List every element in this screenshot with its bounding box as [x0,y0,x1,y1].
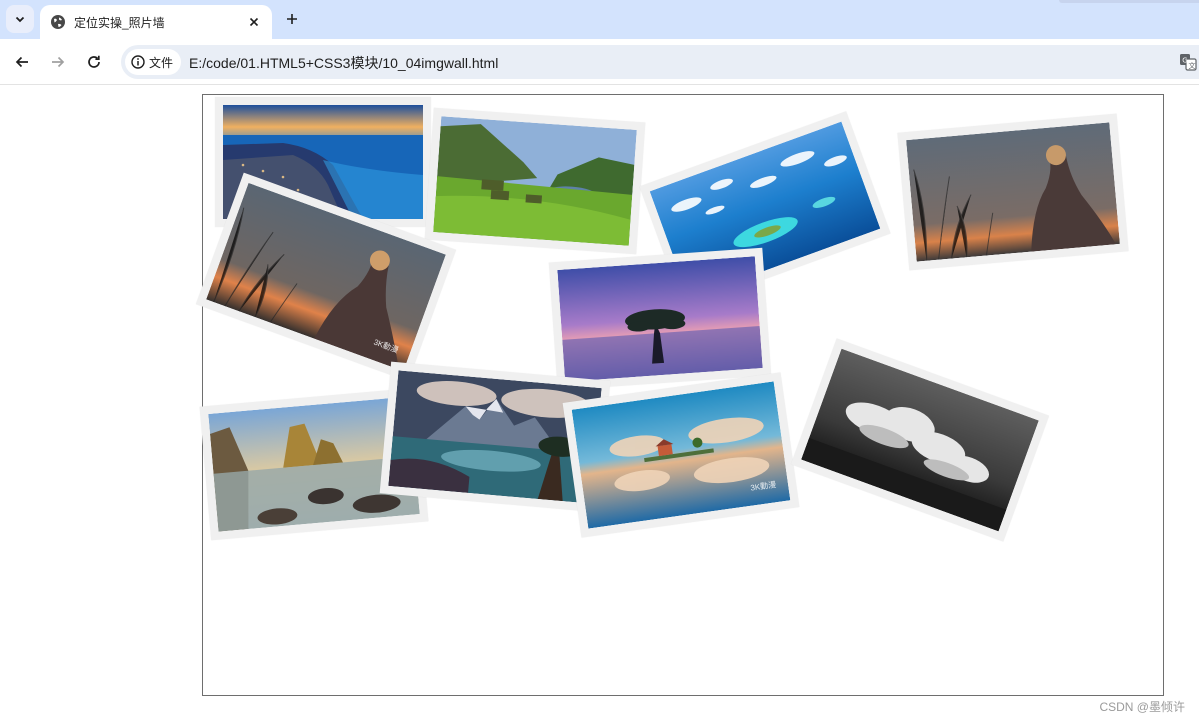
site-info-label: 文件 [149,55,174,70]
arrow-left-icon [15,56,28,68]
translate-button[interactable]: G 文 [1179,53,1197,71]
url-text[interactable]: E:/code/01.HTML5+CSS3模块/10_04imgwall.htm… [189,53,498,73]
photo-card[interactable] [424,107,646,255]
plus-icon [287,14,297,24]
info-icon [131,55,145,69]
photo-image: 3K動漫 [571,381,791,529]
forward-button[interactable] [46,50,70,74]
close-icon [249,17,259,27]
reload-button[interactable] [82,50,106,74]
tab-search-button[interactable] [6,5,34,33]
photo-image [557,256,763,382]
photo-wall: 3K動漫 3K動漫 [195,94,1164,696]
tab-title: 定位实操_照片墙 [74,15,165,30]
photo-image [906,122,1120,262]
photo-image [801,348,1039,532]
svg-text:文: 文 [1189,61,1196,70]
page-watermark: CSDN @墨倾许 [1099,700,1185,714]
tab-close-button[interactable] [246,14,262,30]
svg-text:G: G [1182,57,1187,65]
tab-strip: 定位实操_照片墙 [0,0,1199,39]
new-tab-button[interactable] [281,8,303,30]
browser-toolbar: 文件 E:/code/01.HTML5+CSS3模块/10_04imgwall.… [0,39,1199,85]
site-info-button[interactable]: 文件 [125,49,182,75]
photo-card[interactable] [897,113,1129,271]
reload-icon [88,55,100,68]
photo-card[interactable] [548,247,772,391]
globe-icon [51,15,65,29]
arrow-right-icon [52,56,65,68]
back-button[interactable] [10,50,34,74]
window-controls-edge [1059,0,1199,3]
photo-image [433,116,637,246]
translate-icon: G 文 [1180,54,1197,71]
chevron-down-icon [15,16,25,23]
photo-card[interactable] [790,338,1050,542]
address-bar[interactable]: 文件 E:/code/01.HTML5+CSS3模块/10_04imgwall.… [121,45,1199,79]
active-tab[interactable]: 定位实操_照片墙 [40,5,272,39]
photo-card[interactable]: 3K動漫 [562,372,800,538]
